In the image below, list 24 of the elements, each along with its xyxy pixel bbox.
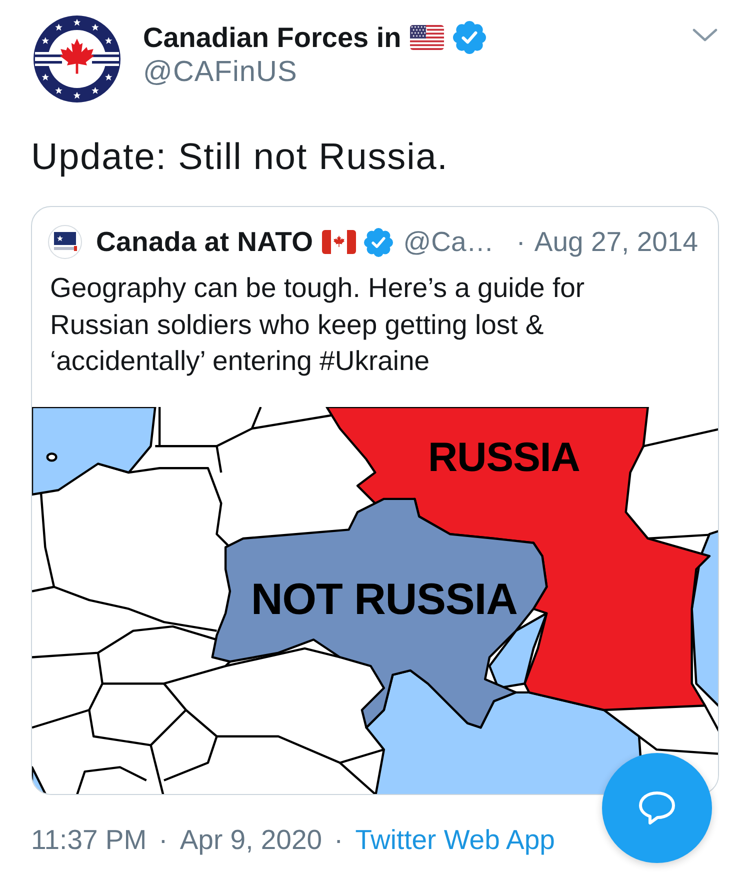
map-label: RUSSIA (428, 436, 580, 478)
canada-flag-icon (322, 230, 356, 254)
timestamp-text: 11:37 PM (31, 824, 147, 854)
quoted-author-handle[interactable]: @Ca… (403, 226, 494, 258)
map-label: NOT RUSSIA (251, 578, 518, 622)
maple-leaf-emblem-icon[interactable] (33, 15, 121, 103)
timestamp-text: Apr 9, 2020 (180, 824, 322, 854)
author-name[interactable]: Canadian Forces in (143, 21, 402, 54)
us-flag-icon (410, 25, 444, 50)
island-outline (46, 452, 58, 462)
quoted-author-name[interactable]: Canada at NATO (96, 226, 314, 258)
chevron-down-icon[interactable] (692, 28, 718, 42)
author-handle[interactable]: @CAFinUS (143, 56, 486, 89)
sea-region (32, 766, 48, 794)
tweet-text: Update: Still not Russia. (31, 136, 450, 178)
source-app-link[interactable]: Twitter Web App (355, 824, 555, 854)
quoted-tweet-text: Geography can be tough. Here’s a guide for Russian soldiers who keep getting lost & ‘accidentally’ entering #Ukraine (50, 271, 586, 378)
speech-bubble-icon (638, 790, 676, 826)
separator-dot: · (334, 824, 344, 854)
emblem-avatar-icon[interactable] (48, 225, 82, 259)
quoted-tweet-date[interactable]: Aug 27, 2014 (534, 226, 698, 258)
quoted-tweet-card[interactable]: Canada at NATO @Ca… · Aug 27, 2014 Geography can be tough. Here’s a guide for Russian soldiers who keep getting lost & ‘accidentally’ entering #Ukraine RUSSIA NOT RUSSIA (31, 206, 719, 794)
separator-dot: · (516, 226, 526, 258)
separator-dot: · (158, 824, 168, 854)
